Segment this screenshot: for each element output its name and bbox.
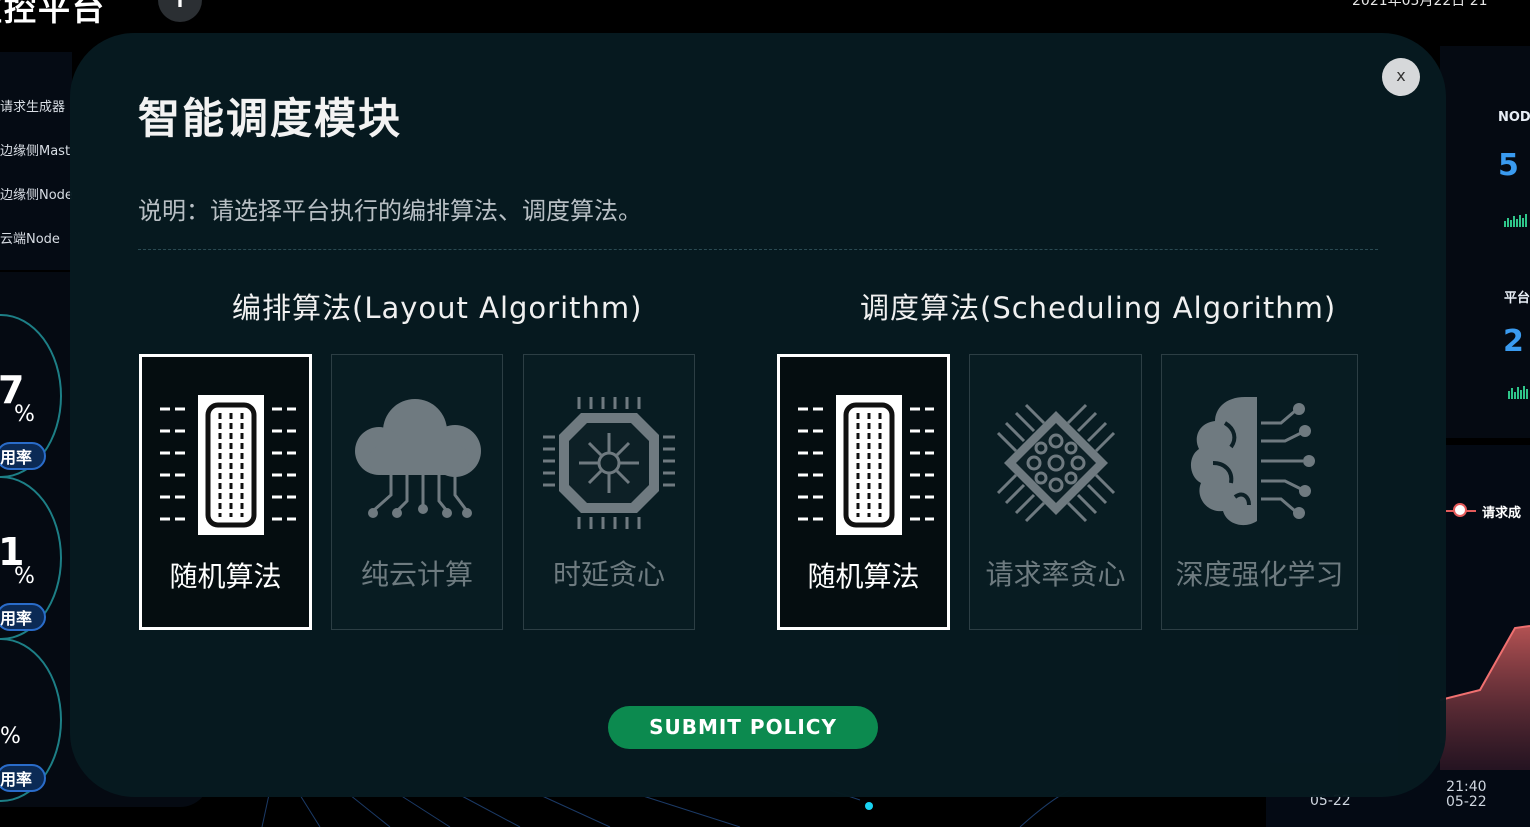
gauge-badge-3: 用率 <box>0 764 46 792</box>
scheduling-section-title: 调度算法(Scheduling Algorithm) <box>860 291 1337 325</box>
gauge-badge-1: 用率 <box>0 442 46 470</box>
current-date: 2021年05月22日 21 <box>1352 0 1488 9</box>
brain-circuit-icon <box>1190 397 1315 526</box>
submit-policy-button[interactable]: SUBMIT POLICY <box>608 706 878 749</box>
close-button[interactable]: x <box>1382 58 1420 96</box>
legend-label: 请求成 <box>1482 506 1522 521</box>
scheduling-modal: x 智能调度模块 说明：请选择平台执行的编排算法、调度算法。 编排算法(Layo… <box>70 33 1446 797</box>
scheduling-option-random[interactable]: 随机算法 <box>777 354 950 630</box>
legend-marker <box>1453 503 1467 517</box>
layout-section-title: 编排算法(Layout Algorithm) <box>232 291 643 325</box>
menu-item-edge-node[interactable]: 边缘侧Node <box>0 184 72 203</box>
option-label: 随机算法 <box>169 560 282 593</box>
chip-icon <box>797 395 934 535</box>
node-count-label: NOD <box>1498 110 1530 125</box>
option-label: 深度强化学习 <box>1175 558 1344 591</box>
modal-title: 智能调度模块 <box>138 94 403 143</box>
option-label: 随机算法 <box>807 560 920 593</box>
platform-label: 平台 <box>1504 291 1530 306</box>
option-label: 时延贪心 <box>552 558 665 591</box>
plus-icon: + <box>168 0 191 14</box>
node-count-value: 5 1 <box>1498 148 1530 183</box>
platform-sparkline <box>1508 380 1530 399</box>
layout-option-latency-greedy[interactable]: 时延贪心 <box>523 354 695 630</box>
request-area-series <box>1440 625 1530 770</box>
layout-option-pure-cloud[interactable]: 纯云计算 <box>331 354 503 630</box>
layout-option-random[interactable]: 随机算法 <box>139 354 312 630</box>
cloud-network-icon <box>355 399 481 518</box>
gauge-unit-2: % <box>14 564 35 589</box>
divider <box>138 249 1378 250</box>
scheduling-option-deep-rl[interactable]: 深度强化学习 <box>1161 354 1358 630</box>
chip-icon <box>159 395 296 535</box>
gauge-unit-3: % <box>0 724 21 749</box>
node-sparkline <box>1504 208 1530 227</box>
x-tick-2: 21:40 05-22 <box>1446 779 1487 810</box>
gauge-unit-1: % <box>14 402 35 427</box>
processor-icon <box>543 397 675 529</box>
close-icon: x <box>1396 66 1406 85</box>
gauge-badge-2: 用率 <box>0 603 46 631</box>
menu-item-edge-master[interactable]: 边缘侧Mast <box>0 140 72 159</box>
modal-description: 说明：请选择平台执行的编排算法、调度算法。 <box>138 197 642 225</box>
menu-item-cloud-node[interactable]: 云端Node <box>0 228 72 247</box>
platform-value: 2 1 <box>1503 324 1530 359</box>
scheduling-option-request-rate-greedy[interactable]: 请求率贪心 <box>969 354 1142 630</box>
option-label: 请求率贪心 <box>985 558 1126 591</box>
menu-item-request-generator[interactable]: 请求生成器 <box>0 96 72 115</box>
ai-chip-icon <box>996 403 1115 523</box>
option-label: 纯云计算 <box>360 558 473 591</box>
app-title: 监控平台 <box>0 0 107 28</box>
